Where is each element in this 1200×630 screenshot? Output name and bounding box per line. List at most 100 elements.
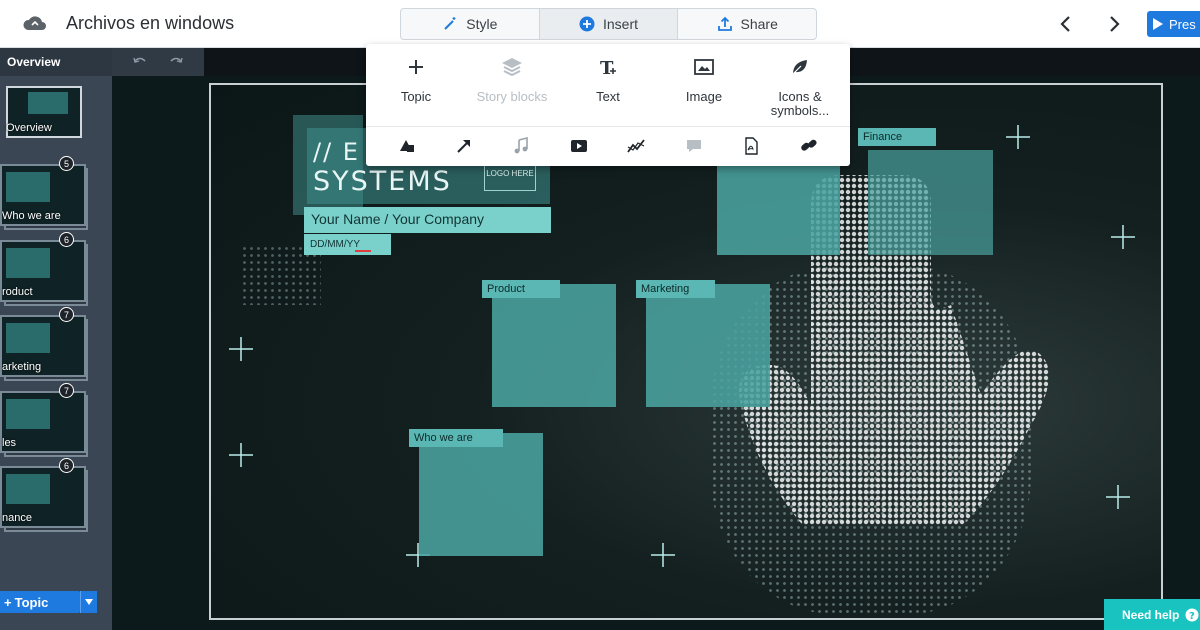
wand-icon bbox=[444, 17, 456, 30]
add-topic-button[interactable]: + Topic bbox=[0, 591, 80, 613]
who-we-are-label[interactable]: Who we are bbox=[409, 429, 503, 447]
tab-share-label: Share bbox=[740, 16, 778, 32]
topic-block-marketing[interactable] bbox=[646, 284, 770, 407]
present-button[interactable]: Pres bbox=[1147, 11, 1200, 37]
insert-text-label: Text bbox=[596, 89, 620, 104]
shapes-icon[interactable] bbox=[398, 137, 416, 155]
next-arrow-icon[interactable] bbox=[1104, 14, 1124, 34]
play-icon bbox=[1153, 18, 1163, 30]
insert-icons-label: Icons & symbols... bbox=[770, 89, 830, 118]
undo-icon[interactable] bbox=[133, 55, 147, 69]
top-bar: Archivos en windows Style Insert Share P… bbox=[0, 0, 1200, 48]
plus-decoration bbox=[229, 337, 253, 361]
insert-menu: Topic Story blocks T Text Image Icons & … bbox=[366, 44, 850, 166]
help-icon: ? bbox=[1185, 608, 1199, 622]
comment-icon[interactable] bbox=[685, 137, 703, 155]
thumbnail-preview bbox=[6, 172, 50, 202]
title-prefix: // E bbox=[313, 138, 360, 166]
tab-share[interactable]: Share bbox=[678, 9, 816, 39]
spellcheck-underline bbox=[355, 250, 371, 252]
thumbnail-preview bbox=[28, 92, 68, 114]
topic-block-product[interactable] bbox=[492, 284, 616, 407]
text-icon: T bbox=[600, 58, 616, 78]
plus-circle-icon bbox=[579, 16, 595, 32]
need-help-button[interactable]: Need help ? bbox=[1104, 599, 1200, 630]
insert-more-row bbox=[366, 126, 850, 166]
plus-icon: + bbox=[4, 594, 12, 610]
sidebar-item-marketing[interactable]: arketing bbox=[0, 315, 86, 377]
sidebar: Overview Overview Who we are 5 roduct 6 … bbox=[0, 48, 112, 630]
plus-decoration bbox=[1111, 225, 1135, 249]
sidebar-header: Overview bbox=[0, 48, 112, 76]
topic-block-who-we-are[interactable] bbox=[419, 433, 543, 556]
video-icon[interactable] bbox=[570, 137, 588, 155]
document-title[interactable]: Archivos en windows bbox=[66, 13, 234, 34]
pdf-icon[interactable] bbox=[742, 137, 760, 155]
chevron-down-icon bbox=[85, 599, 93, 605]
leaf-icon bbox=[791, 60, 807, 76]
sidebar-item-who-we-are[interactable]: Who we are bbox=[0, 164, 86, 226]
insert-topic-label: Topic bbox=[400, 89, 432, 104]
logo-placeholder[interactable]: LOGO HERE bbox=[484, 165, 536, 191]
plus-decoration bbox=[651, 543, 675, 567]
main-tabs: Style Insert Share bbox=[400, 8, 817, 40]
present-label: Pres bbox=[1169, 16, 1196, 32]
tab-insert[interactable]: Insert bbox=[539, 9, 679, 39]
topic-block-finance[interactable] bbox=[868, 150, 993, 255]
svg-text:T: T bbox=[600, 58, 614, 78]
sidebar-item-label: nance bbox=[2, 512, 32, 524]
tab-style[interactable]: Style bbox=[401, 9, 540, 39]
topic-count-badge: 6 bbox=[59, 458, 74, 473]
topic-count-badge: 5 bbox=[59, 156, 74, 171]
sidebar-item-finance[interactable]: nance bbox=[0, 466, 86, 528]
insert-icons-symbols[interactable]: Icons & symbols... bbox=[760, 52, 840, 118]
product-label[interactable]: Product bbox=[482, 280, 560, 298]
music-icon[interactable] bbox=[512, 137, 530, 155]
overview-thumb-label: Overview bbox=[6, 122, 52, 134]
add-topic-dropdown[interactable] bbox=[80, 591, 97, 613]
previous-arrow-icon[interactable] bbox=[1056, 14, 1076, 34]
name-company-field[interactable]: Your Name / Your Company bbox=[304, 207, 551, 233]
topic-count-badge: 7 bbox=[59, 307, 74, 322]
image-icon bbox=[694, 59, 714, 75]
sidebar-item-sales[interactable]: les bbox=[0, 391, 86, 453]
undo-redo-bar bbox=[112, 48, 204, 76]
insert-image-label: Image bbox=[685, 89, 723, 104]
sidebar-item-label: les bbox=[2, 437, 17, 449]
plus-decoration bbox=[1006, 125, 1030, 149]
sidebar-item-label: arketing bbox=[2, 361, 42, 373]
redo-icon[interactable] bbox=[169, 55, 183, 69]
chart-icon[interactable] bbox=[627, 137, 645, 155]
insert-image[interactable]: Image bbox=[664, 52, 744, 104]
topic-count-badge: 7 bbox=[59, 383, 74, 398]
plus-decoration bbox=[229, 443, 253, 467]
thumbnail-preview bbox=[6, 474, 50, 504]
need-help-label: Need help bbox=[1122, 607, 1180, 622]
insert-topic[interactable]: Topic bbox=[376, 52, 456, 104]
finance-label[interactable]: Finance bbox=[858, 128, 936, 146]
svg-text:?: ? bbox=[1189, 611, 1195, 622]
topic-count-badge: 6 bbox=[59, 232, 74, 247]
marketing-label[interactable]: Marketing bbox=[636, 280, 715, 298]
sidebar-item-label: roduct bbox=[2, 286, 33, 298]
topic-block-placeholder[interactable] bbox=[717, 166, 840, 255]
insert-text[interactable]: T Text bbox=[568, 52, 648, 104]
tab-style-label: Style bbox=[466, 16, 498, 32]
overview-thumbnail[interactable]: Overview bbox=[6, 86, 82, 138]
slide-title[interactable]: SYSTEMS bbox=[313, 166, 452, 197]
date-field[interactable]: DD/MM/YY bbox=[304, 234, 391, 255]
plus-icon bbox=[409, 60, 423, 74]
tab-insert-label: Insert bbox=[603, 16, 639, 32]
thumbnail-preview bbox=[6, 323, 50, 353]
link-icon[interactable] bbox=[800, 137, 818, 155]
cloud-icon[interactable] bbox=[22, 14, 48, 34]
plus-decoration bbox=[1106, 485, 1130, 509]
sidebar-item-product[interactable]: roduct bbox=[0, 240, 86, 302]
thumbnail-preview bbox=[6, 248, 50, 278]
insert-story-blocks-label: Story blocks bbox=[476, 89, 548, 104]
sidebar-item-label: Who we are bbox=[2, 210, 61, 222]
insert-story-blocks[interactable]: Story blocks bbox=[472, 52, 552, 104]
arrow-icon[interactable] bbox=[455, 137, 473, 155]
thumbnail-preview bbox=[6, 399, 50, 429]
upload-icon bbox=[717, 16, 732, 31]
